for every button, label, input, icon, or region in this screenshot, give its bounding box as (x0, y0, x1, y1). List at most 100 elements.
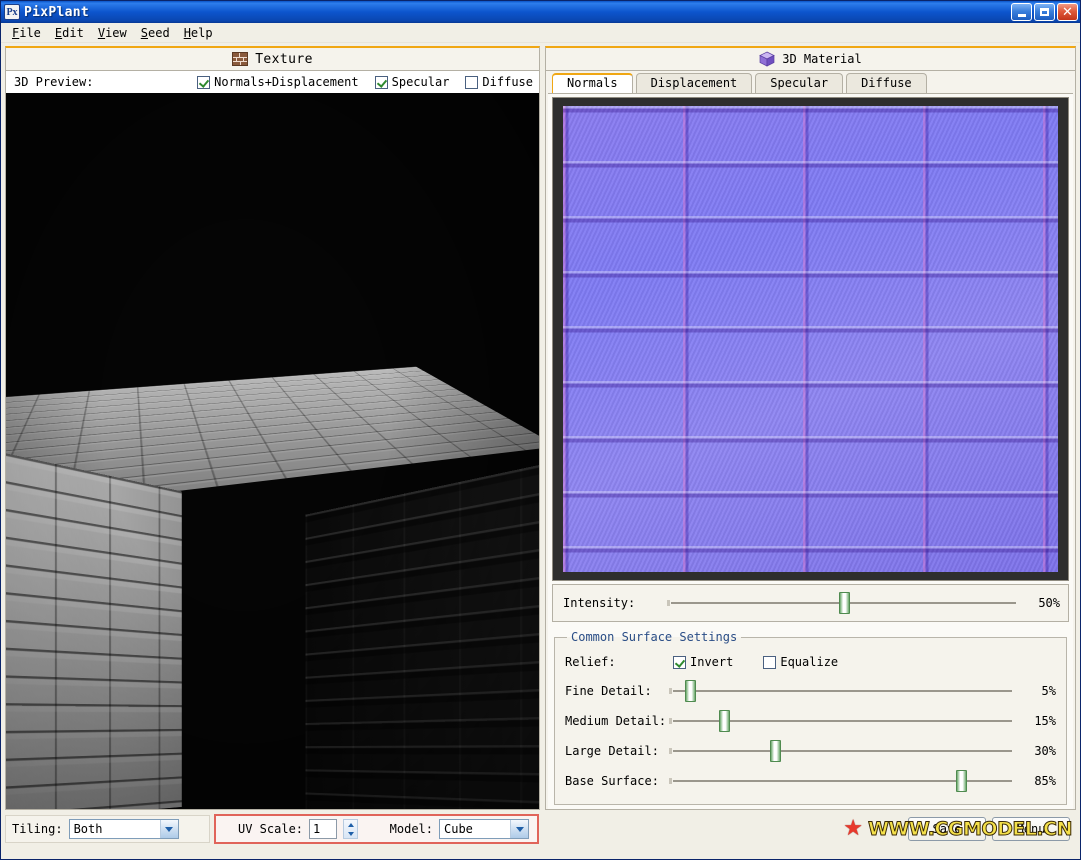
slider-row-intensity: Intensity: 50% (563, 588, 1060, 618)
checkbox-equalize[interactable]: Equalize (763, 655, 838, 669)
intensity-slider[interactable] (667, 592, 1016, 614)
minimize-icon (1017, 13, 1026, 17)
app-icon: Px (4, 4, 20, 20)
pixplant-window: Px PixPlant ✕ File Edit View Seed Help T… (0, 0, 1081, 860)
checkbox-icon[interactable] (374, 75, 388, 89)
intensity-slider-thumb[interactable] (838, 592, 850, 614)
status-bar (1, 847, 1080, 859)
intensity-value: 50% (1038, 596, 1060, 610)
menu-item-file[interactable]: File (7, 25, 50, 41)
checkbox-icon[interactable] (763, 655, 777, 669)
bottom-toolbar: Tiling: Both UV Scale: 1 Model: Cube Sav… (1, 813, 1080, 847)
cube-icon (759, 51, 776, 67)
texture-panel: Texture 3D Preview: Normals+Displacement… (5, 46, 540, 810)
medium-detail-slider-thumb[interactable] (718, 710, 730, 732)
relief-label: Relief: (565, 655, 616, 669)
menu-rest: iew (105, 25, 127, 40)
model-value: Cube (444, 822, 473, 836)
base-surface-slider[interactable] (669, 770, 1012, 792)
window-title: PixPlant (24, 4, 90, 20)
uv-scale-value: 1 (313, 822, 321, 836)
cube-face-right (305, 465, 539, 809)
slider-row-large-detail: Large Detail: 30% (565, 736, 1056, 766)
window-controls: ✕ (1011, 3, 1078, 21)
tab-diffuse[interactable]: Diffuse (846, 73, 927, 93)
stepper-up[interactable] (344, 820, 357, 829)
checkbox-specular[interactable]: Specular (374, 75, 450, 89)
base-surface-slider-thumb[interactable] (956, 770, 968, 792)
title-bar: Px PixPlant ✕ (1, 1, 1080, 23)
menu-item-edit[interactable]: Edit (50, 25, 93, 41)
tab-normals[interactable]: Normals (552, 73, 633, 93)
uv-scale-stepper[interactable] (343, 819, 359, 839)
menu-item-seed[interactable]: Seed (136, 25, 179, 41)
menu-bar: File Edit View Seed Help (1, 23, 1080, 43)
maximize-icon (1040, 8, 1049, 16)
uv-model-group: UV Scale: 1 Model: Cube (214, 814, 539, 844)
intensity-label: Intensity: (563, 596, 636, 610)
menu-item-help[interactable]: Help (179, 25, 222, 41)
checkbox-label: Specular (391, 75, 450, 89)
minimize-button[interactable] (1011, 3, 1032, 21)
stepper-down[interactable] (344, 829, 357, 838)
tab-label: Diffuse (861, 76, 912, 90)
maximize-button[interactable] (1034, 3, 1055, 21)
checkbox-invert[interactable]: Invert (673, 655, 733, 669)
chevron-down-icon[interactable] (510, 820, 528, 838)
cube-render (6, 93, 539, 809)
menu-rest: elp (190, 25, 213, 40)
cube-face-left (6, 451, 183, 809)
menu-button[interactable]: Menu (992, 817, 1070, 841)
menu-mnemonic: S (140, 25, 148, 40)
material-tabs-host: Normals Displacement Specular Diffuse In… (545, 71, 1076, 810)
large-detail-slider-thumb[interactable] (769, 740, 781, 762)
intensity-section: Intensity: 50% (552, 584, 1069, 622)
checkbox-label: Normals+Displacement (214, 75, 359, 89)
save-button-label: Save (932, 822, 962, 836)
medium-detail-slider[interactable] (669, 710, 1012, 732)
checkbox-icon[interactable] (465, 75, 479, 89)
texture-panel-header[interactable]: Texture (5, 46, 540, 71)
tab-label: Displacement (650, 76, 738, 90)
uv-scale-input[interactable]: 1 (309, 819, 338, 839)
menu-item-view[interactable]: View (93, 25, 136, 41)
preview-label: 3D Preview: (14, 75, 94, 89)
chevron-down-icon[interactable] (159, 820, 178, 838)
slider-row-medium-detail: Medium Detail: 15% (565, 706, 1056, 736)
checkbox-diffuse[interactable]: Diffuse (465, 75, 533, 89)
base-surface-value: 85% (1034, 774, 1056, 788)
large-detail-label: Large Detail: (565, 744, 659, 758)
uv-scale-label: UV Scale: (238, 822, 304, 836)
tab-label: Normals (567, 76, 618, 90)
checkbox-icon[interactable] (673, 655, 686, 669)
medium-detail-value: 15% (1034, 714, 1056, 728)
checkbox-label: Invert (690, 655, 734, 669)
tiling-dropdown[interactable]: Both (68, 819, 179, 839)
base-surface-label: Base Surface: (565, 774, 659, 788)
menu-mnemonic: H (183, 25, 191, 40)
menu-mnemonic: V (97, 25, 106, 40)
fine-detail-slider[interactable] (669, 680, 1012, 702)
preview-options-bar: 3D Preview: Normals+Displacement Specula… (5, 71, 540, 93)
large-detail-slider[interactable] (669, 740, 1012, 762)
tab-specular[interactable]: Specular (755, 73, 844, 93)
slider-row-base-surface: Base Surface: 85% (565, 766, 1056, 796)
model-dropdown[interactable]: Cube (439, 819, 529, 839)
close-button[interactable]: ✕ (1057, 3, 1078, 21)
3d-preview-viewport[interactable] (5, 93, 540, 810)
fine-detail-slider-thumb[interactable] (684, 680, 696, 702)
checkbox-label: Diffuse (482, 75, 533, 89)
save-button[interactable]: Save (908, 817, 986, 841)
material-panel-title: 3D Material (782, 52, 862, 66)
tiling-group: Tiling: Both (5, 815, 210, 843)
tab-displacement[interactable]: Displacement (635, 73, 753, 93)
relief-row: Relief: Invert Equalize (565, 648, 1056, 676)
tab-panel-normals: Intensity: 50% Common Surface Settings R… (548, 93, 1073, 809)
checkbox-icon[interactable] (197, 75, 211, 89)
material-panel-header[interactable]: 3D Material (545, 46, 1076, 71)
tiling-label: Tiling: (12, 822, 63, 836)
checkbox-normals-displacement[interactable]: Normals+Displacement (197, 75, 359, 89)
normal-map-frame[interactable] (552, 97, 1069, 581)
close-icon: ✕ (1062, 4, 1073, 20)
slider-row-fine-detail: Fine Detail: 5% (565, 676, 1056, 706)
